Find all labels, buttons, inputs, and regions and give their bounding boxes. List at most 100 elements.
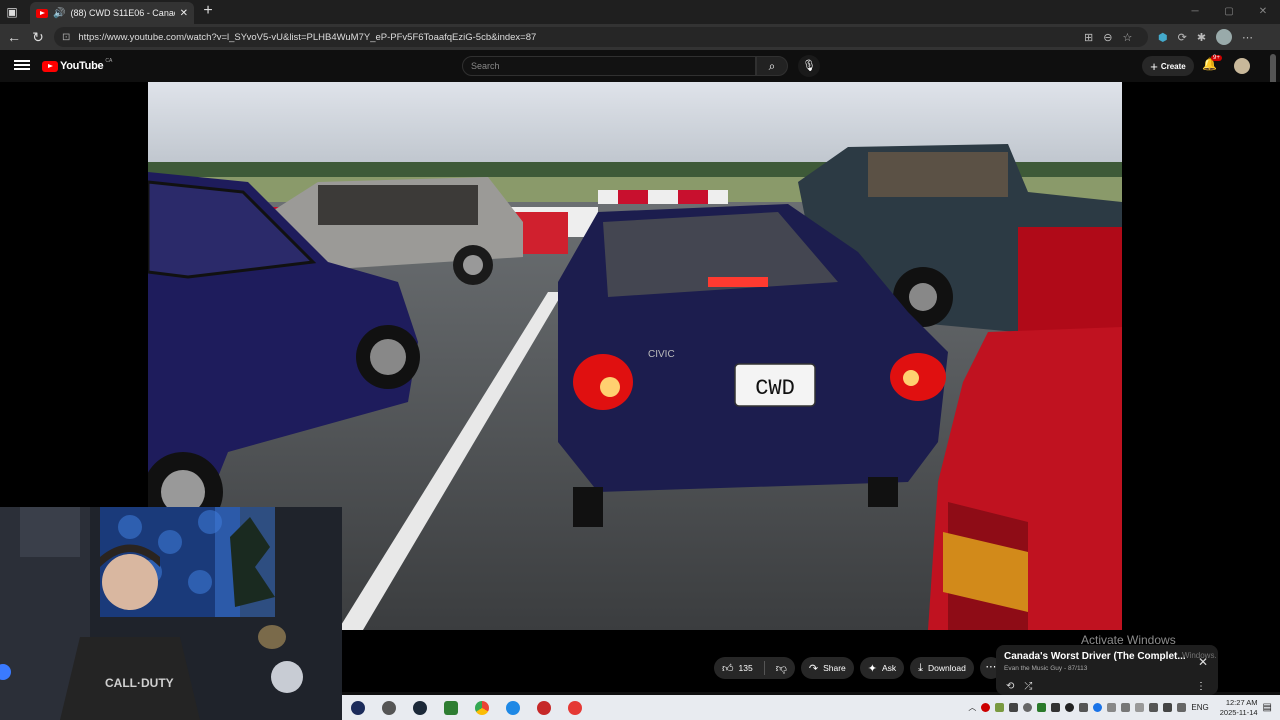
download-button[interactable]: ⤓ Download [910,657,974,679]
steam-app-icon[interactable] [404,695,435,720]
audio-playing-icon[interactable]: 🔊 [53,8,65,19]
address-actions: ⊞ ⊖ ☆ [1084,24,1132,50]
youtube-favicon-icon [36,8,48,18]
tray-icon-6[interactable] [1051,703,1061,712]
logo-text: YouTube [60,60,104,72]
car-badge-text: CIVIC [648,349,675,360]
more-options-icon[interactable]: ⋯ [1242,31,1253,44]
favorite-star-icon[interactable]: ☆ [1122,31,1132,44]
separator [763,661,765,675]
refresh-button[interactable]: ↻ [26,25,50,49]
like-count[interactable]: 135 [739,663,753,673]
tray-icon-2[interactable] [995,703,1005,712]
voice-search-button[interactable]: 🎙 [798,55,820,77]
chrome-app-icon[interactable] [466,695,497,720]
plus-icon: + [1150,58,1158,74]
tray-icon-7[interactable] [1065,703,1075,712]
notifications-button[interactable]: 🔔 9+ [1202,55,1222,75]
app-green-icon[interactable] [435,695,466,720]
close-tab-icon[interactable]: ✕ [180,8,188,19]
tray-icon-11[interactable] [1121,703,1131,712]
download-icon: ⤓ [918,661,924,674]
download-label: Download [928,663,966,673]
notification-center-icon[interactable]: ▤ [1263,702,1272,713]
extensions-puzzle-icon[interactable]: ✱ [1197,31,1206,44]
playlist-menu-icon[interactable]: ⋮ [1196,681,1206,692]
extension-icon[interactable]: ⬢ [1158,31,1168,44]
shuffle-icon[interactable]: ⤮ [1024,681,1032,692]
search-input[interactable]: Search [462,56,756,76]
video-actions: 👍︎ 135 👎︎ ↷ Share ✦ Ask ⤓ Download ⋯ [714,657,1002,679]
tray-icon-8[interactable] [1079,703,1089,712]
clock[interactable]: 12:27 AM 2025-11-14 [1220,698,1258,718]
tray-icon-14[interactable] [1163,703,1173,712]
tray-icon-12[interactable] [1135,703,1145,712]
tray-expand-icon[interactable]: ︿ [968,702,976,713]
browser-tab[interactable]: 🔊 (88) CWD S11E06 - Canada's ✕ [30,2,194,24]
language-indicator[interactable]: ENG [1191,703,1208,712]
tray-icon-4[interactable] [1023,703,1033,712]
windows-taskbar: ︿ ENG 12:27 AM 2025-11-14 ▤ [342,695,1280,720]
playlist-controls: ⟲ ⤮ [1006,681,1032,692]
search-button[interactable]: ⌕ [756,56,788,76]
svg-text:CALL·DUTY: CALL·DUTY [105,676,174,690]
microphone-icon: 🎙 [802,60,816,72]
like-dislike-group: 👍︎ 135 👎︎ [714,657,795,679]
clock-time: 12:27 AM [1225,697,1258,707]
license-plate-text: CWD [755,376,795,401]
ask-label: Ask [881,663,897,673]
tray-icon-15[interactable] [1177,703,1187,712]
app-red-black-icon[interactable] [528,695,559,720]
app-red-icon[interactable] [559,695,590,720]
country-code: CA [105,58,113,64]
minimize-button[interactable]: ─ [1178,0,1212,24]
playlist-title[interactable]: Canada's Worst Driver (The Complet... [1004,651,1194,662]
loop-icon[interactable]: ⟲ [1006,681,1014,692]
zoom-icon[interactable]: ⊖ [1103,31,1112,44]
share-button[interactable]: ↷ Share [800,657,854,679]
notification-badge: 9+ [1211,55,1222,61]
playlist-subtitle: Evan the Music Guy - 87/113 [1004,665,1088,672]
settings-app-icon[interactable] [373,695,404,720]
tray-icon-1[interactable] [981,703,991,712]
share-icon: ↷ [808,662,819,675]
back-button[interactable]: ← [2,25,26,49]
profile-avatar-icon[interactable] [1216,29,1233,45]
activate-windows-subtext: Windows. [1182,651,1217,660]
maximize-button[interactable]: ▢ [1212,0,1246,24]
system-tray: ︿ ENG 12:27 AM 2025-11-14 ▤ [968,695,1280,720]
hamburger-menu-icon[interactable] [14,58,30,72]
browser-tab-bar: ▣ 🔊 (88) CWD S11E06 - Canada's ✕ + ─ ▢ ✕ [0,0,1280,24]
webcam-overlay: CALL·DUTY [0,507,342,720]
more-horizontal-icon: ⋯ [985,661,997,673]
create-button[interactable]: + Create [1142,56,1194,76]
new-tab-button[interactable]: + [199,2,217,20]
tray-icon-3[interactable] [1009,703,1019,712]
tray-icon-5[interactable] [1037,703,1047,712]
close-window-button[interactable]: ✕ [1246,0,1280,24]
reader-view-icon[interactable]: ⊞ [1084,31,1093,44]
workspaces-icon[interactable]: ▣ [0,0,24,24]
site-info-icon[interactable]: ⊡ [62,32,70,43]
dislike-icon[interactable]: 👎︎ [770,662,795,675]
youtube-logo[interactable]: YouTube CA [42,58,113,72]
sync-icon[interactable]: ⟳ [1178,31,1187,44]
address-bar-row: ← ↻ ⊡ https://www.youtube.com/watch?v=l_… [0,24,1280,50]
youtube-play-icon [42,60,58,72]
sparkle-icon: ✦ [867,662,877,675]
tray-icon-9[interactable] [1093,703,1103,712]
edge-app-icon[interactable] [497,695,528,720]
taskbar-app-1[interactable] [342,695,373,720]
youtube-header: YouTube CA Search ⌕ 🎙 + Create 🔔 9+ [0,50,1280,82]
search-icon: ⌕ [768,59,776,73]
tray-icon-13[interactable] [1149,703,1159,712]
webcam-image: CALL·DUTY [0,507,342,720]
ask-button[interactable]: ✦ Ask [859,657,905,679]
account-avatar[interactable] [1234,58,1250,74]
url-field[interactable]: ⊡ https://www.youtube.com/watch?v=l_SYvo… [54,27,1148,47]
tab-title: (88) CWD S11E06 - Canada's [70,8,174,18]
share-label: Share [823,663,846,673]
like-icon[interactable]: 👍︎ [722,662,734,675]
create-label: Create [1160,61,1186,71]
tray-icon-10[interactable] [1107,703,1117,712]
